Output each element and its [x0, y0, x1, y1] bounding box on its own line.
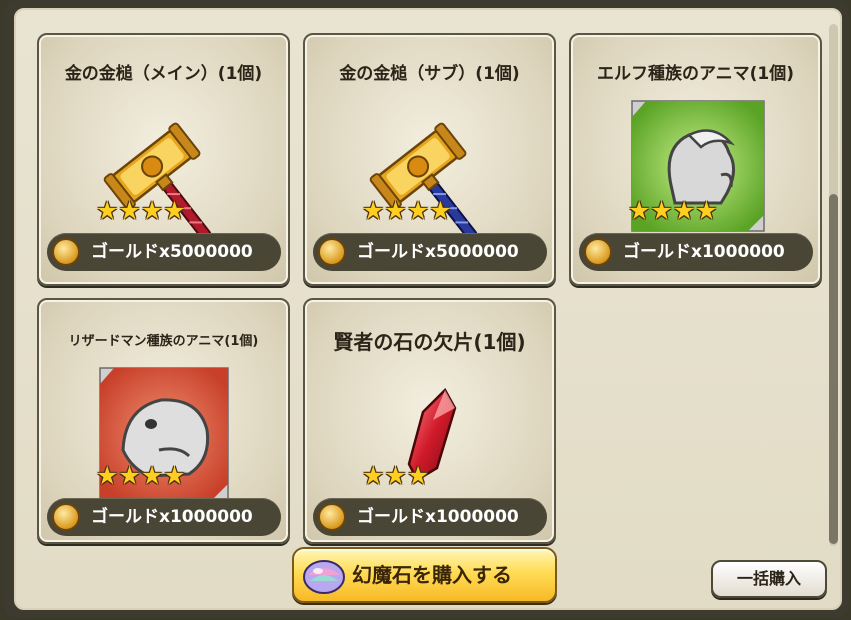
gold-coin-icon: [52, 503, 80, 531]
rarity-stars: ★★★★: [362, 196, 452, 225]
gold-coin-icon: [318, 503, 346, 531]
rarity-stars: ★★★: [362, 461, 430, 490]
bulk-buy-label: 一括購入: [736, 569, 801, 588]
price-bar: ゴールドx5000000: [47, 233, 281, 271]
gold-coin-icon: [584, 238, 612, 266]
price-text: ゴールドx5000000: [91, 242, 253, 262]
price-bar: ゴールドx5000000: [313, 233, 547, 271]
gold-coin-icon: [318, 238, 346, 266]
shop-item-card-elf-anima[interactable]: エルフ種族のアニマ(1個) ★★★★ ゴールドx1000000: [569, 33, 822, 286]
buy-gems-label: 幻魔石を購入する: [352, 563, 512, 587]
shop-item-card-golden-hammer-sub[interactable]: 金の金槌（サブ）(1個) ★★★★ ゴールドx5000000: [303, 33, 556, 286]
gem-stone-icon: [303, 560, 345, 594]
price-bar: ゴールドx1000000: [47, 498, 281, 536]
rarity-stars: ★★★★: [96, 196, 186, 225]
price-text: ゴールドx1000000: [91, 507, 253, 527]
bulk-buy-button[interactable]: 一括購入: [711, 560, 827, 598]
price-bar: ゴールドx1000000: [579, 233, 813, 271]
scrollbar[interactable]: [829, 24, 838, 546]
shop-item-card-lizardman-anima[interactable]: リザードマン種族のアニマ(1個) ★★★★ ゴールドx1000000: [37, 298, 290, 544]
rarity-stars: ★★★★: [96, 461, 186, 490]
price-text: ゴールドx5000000: [357, 242, 519, 262]
price-text: ゴールドx1000000: [357, 507, 519, 527]
buy-gems-button[interactable]: 幻魔石を購入する: [292, 547, 557, 603]
price-text: ゴールドx1000000: [623, 242, 785, 262]
gold-coin-icon: [52, 238, 80, 266]
price-bar: ゴールドx1000000: [313, 498, 547, 536]
rarity-stars: ★★★★: [628, 196, 718, 225]
shop-item-card-philosophers-stone-fragment[interactable]: 賢者の石の欠片(1個) ★★★ ゴールドx1000000: [303, 298, 556, 544]
shop-item-card-golden-hammer-main[interactable]: 金の金槌（メイン）(1個) ★★★★ ゴールドx5000000: [37, 33, 290, 286]
scroll-thumb[interactable]: [829, 194, 838, 544]
